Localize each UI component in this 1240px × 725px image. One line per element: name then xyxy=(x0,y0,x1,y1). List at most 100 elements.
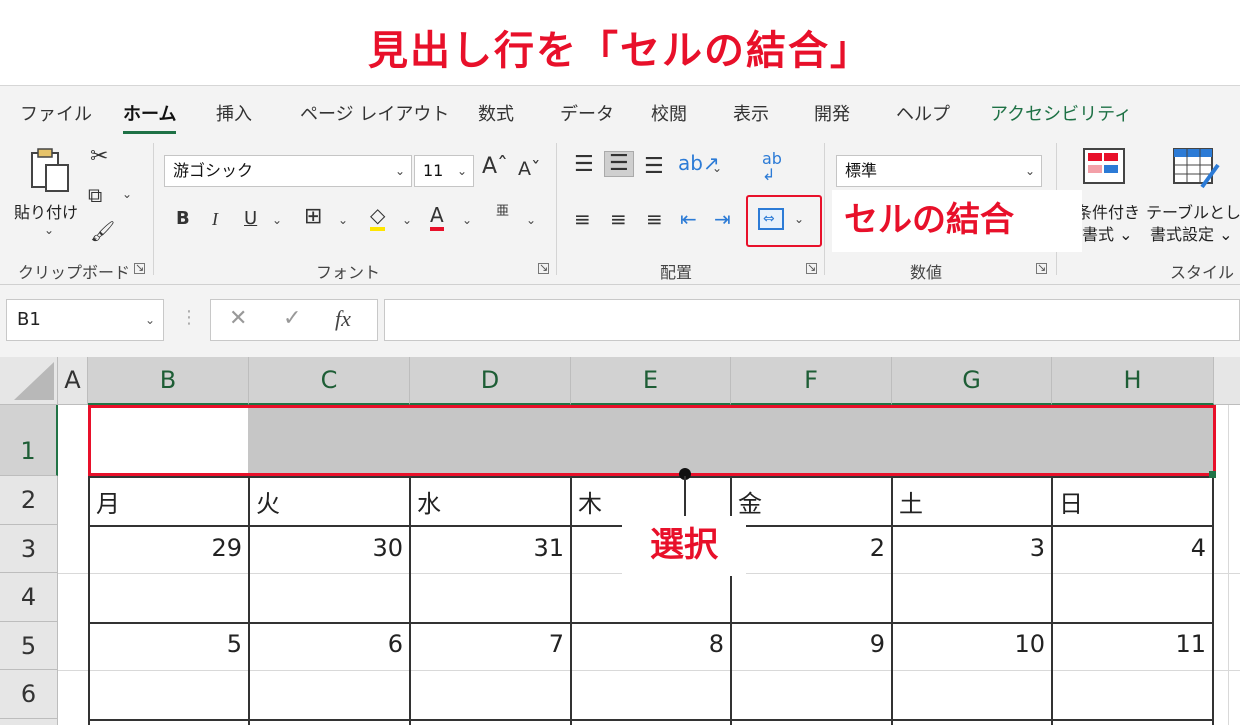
formula-bar-splitter[interactable]: ⋮ xyxy=(180,307,198,328)
align-center-icon[interactable]: ≡ xyxy=(610,207,627,231)
alignment-launcher-icon[interactable]: ↘ xyxy=(806,262,817,274)
italic-button[interactable]: I xyxy=(212,207,218,231)
font-color-icon[interactable]: A xyxy=(430,203,444,231)
cell-date[interactable]: 7 xyxy=(411,630,570,658)
row-header-4[interactable]: 4 xyxy=(0,573,58,622)
align-top-icon[interactable]: ☰ xyxy=(574,153,594,177)
tab-formulas[interactable]: 数式 xyxy=(478,100,514,126)
column-header-a[interactable]: A xyxy=(58,357,88,405)
formula-input[interactable] xyxy=(384,299,1240,341)
column-header-c[interactable]: C xyxy=(249,357,410,405)
tab-insert[interactable]: 挿入 xyxy=(216,100,252,126)
number-format-select[interactable]: 標準 ⌄ xyxy=(836,155,1042,187)
font-name-select[interactable]: 游ゴシック ⌄ xyxy=(164,155,412,187)
selected-range-b1-h1[interactable] xyxy=(88,405,1216,476)
decrease-indent-icon[interactable]: ⇤ xyxy=(680,207,697,231)
align-middle-icon[interactable]: ☰ xyxy=(604,151,634,177)
tab-data[interactable]: データ xyxy=(560,100,614,126)
row-header-3[interactable]: 3 xyxy=(0,525,58,573)
paste-label[interactable]: 貼り付け xyxy=(14,199,78,223)
fill-handle[interactable] xyxy=(1209,471,1216,478)
align-left-icon[interactable]: ≡ xyxy=(574,207,591,231)
font-launcher-icon[interactable]: ↘ xyxy=(538,262,549,274)
column-header-b[interactable]: B xyxy=(88,357,249,405)
cell-date[interactable]: 29 xyxy=(90,534,248,562)
conditional-format-label-2[interactable]: 書式 ⌄ xyxy=(1082,221,1133,245)
column-header-e[interactable]: E xyxy=(571,357,731,405)
row-header-2[interactable]: 2 xyxy=(0,476,58,525)
increase-font-icon[interactable]: Aˆ xyxy=(482,155,508,179)
tab-view[interactable]: 表示 xyxy=(733,100,769,126)
fill-color-icon[interactable]: ◇ xyxy=(370,203,386,231)
fill-color-dropdown-icon[interactable]: ⌄ xyxy=(402,213,412,227)
column-header-f[interactable]: F xyxy=(731,357,892,405)
phonetic-guide-icon[interactable]: 亜 xyxy=(496,205,509,219)
enter-icon[interactable]: ✓ xyxy=(283,306,301,331)
tab-file[interactable]: ファイル xyxy=(20,100,92,126)
cell-date[interactable]: 2 xyxy=(732,534,891,562)
cell-day[interactable]: 水 xyxy=(411,484,567,519)
merge-dropdown-icon[interactable]: ⌄ xyxy=(794,212,804,226)
cell-date[interactable]: 6 xyxy=(250,630,409,658)
phonetic-dropdown-icon[interactable]: ⌄ xyxy=(526,213,536,227)
format-as-table-icon[interactable] xyxy=(1172,147,1220,189)
borders-icon[interactable]: ⊞ xyxy=(304,205,322,229)
copy-dropdown-icon[interactable]: ⌄ xyxy=(122,187,132,201)
cell-day[interactable]: 金 xyxy=(732,484,888,519)
cell-day[interactable]: 木 xyxy=(572,484,728,519)
cell-day[interactable]: 土 xyxy=(893,484,1049,519)
font-size-select[interactable]: 11 ⌄ xyxy=(414,155,474,187)
paste-icon[interactable] xyxy=(26,147,76,193)
tab-home[interactable]: ホーム xyxy=(123,100,177,134)
paste-dropdown-icon[interactable]: ⌄ xyxy=(44,223,54,237)
tab-developer[interactable]: 開発 xyxy=(814,100,850,126)
cell-day[interactable]: 月 xyxy=(90,484,246,519)
merge-center-icon[interactable]: ⇔ xyxy=(758,208,784,230)
insert-function-icon[interactable]: fx xyxy=(335,306,351,332)
column-header-next[interactable] xyxy=(1214,357,1240,405)
format-as-table-label-2[interactable]: 書式設定 ⌄ xyxy=(1150,221,1233,245)
cell-date[interactable]: 9 xyxy=(732,630,891,658)
tab-accessibility[interactable]: アクセシビリティ xyxy=(990,100,1132,126)
name-box[interactable]: B1 ⌄ xyxy=(6,299,164,341)
cell-date[interactable]: 4 xyxy=(1053,534,1212,562)
column-header-d[interactable]: D xyxy=(410,357,571,405)
cell-date[interactable]: 30 xyxy=(250,534,409,562)
decrease-font-icon[interactable]: Aˇ xyxy=(518,157,541,181)
font-color-dropdown-icon[interactable]: ⌄ xyxy=(462,213,472,227)
align-right-icon[interactable]: ≡ xyxy=(646,207,663,231)
column-header-h[interactable]: H xyxy=(1052,357,1214,405)
cell-day[interactable]: 日 xyxy=(1053,484,1209,519)
align-bottom-icon[interactable]: ☰ xyxy=(644,155,664,179)
row-header-6[interactable]: 6 xyxy=(0,670,58,719)
format-as-table-label[interactable]: テーブルとして xyxy=(1146,199,1240,223)
number-launcher-icon[interactable]: ↘ xyxy=(1036,262,1047,274)
cell-date[interactable]: 10 xyxy=(893,630,1051,658)
borders-dropdown-icon[interactable]: ⌄ xyxy=(338,213,348,227)
tab-page-layout[interactable]: ページ レイアウト xyxy=(300,100,449,126)
cell-date[interactable]: 31 xyxy=(411,534,570,562)
row-header-1[interactable]: 1 xyxy=(0,405,58,476)
row-header-5[interactable]: 5 xyxy=(0,622,58,670)
tab-review[interactable]: 校閲 xyxy=(651,100,687,126)
conditional-format-icon[interactable] xyxy=(1082,147,1126,187)
underline-button[interactable]: U xyxy=(244,207,257,231)
conditional-format-label[interactable]: 条件付き xyxy=(1076,199,1140,223)
bold-button[interactable]: B xyxy=(176,207,190,231)
cell-date[interactable]: 11 xyxy=(1053,630,1212,658)
cell-day[interactable]: 火 xyxy=(250,484,406,519)
underline-dropdown-icon[interactable]: ⌄ xyxy=(272,213,282,227)
row-header-7[interactable] xyxy=(0,719,58,725)
tab-help[interactable]: ヘルプ xyxy=(896,100,950,126)
copy-icon[interactable]: ⧉ xyxy=(88,183,102,207)
cell-date[interactable]: 8 xyxy=(572,630,730,658)
column-header-g[interactable]: G xyxy=(892,357,1052,405)
cell-date[interactable]: 5 xyxy=(90,630,248,658)
format-painter-icon[interactable]: 🖌 xyxy=(90,219,115,243)
wrap-text-icon[interactable]: ab ↲ xyxy=(762,151,782,183)
cancel-icon[interactable]: ✕ xyxy=(229,306,247,331)
orientation-dropdown-icon[interactable]: ⌄ xyxy=(712,161,722,175)
cut-icon[interactable]: ✂ xyxy=(90,145,108,169)
clipboard-launcher-icon[interactable]: ↘ xyxy=(134,262,145,274)
cell-date[interactable]: 3 xyxy=(893,534,1051,562)
